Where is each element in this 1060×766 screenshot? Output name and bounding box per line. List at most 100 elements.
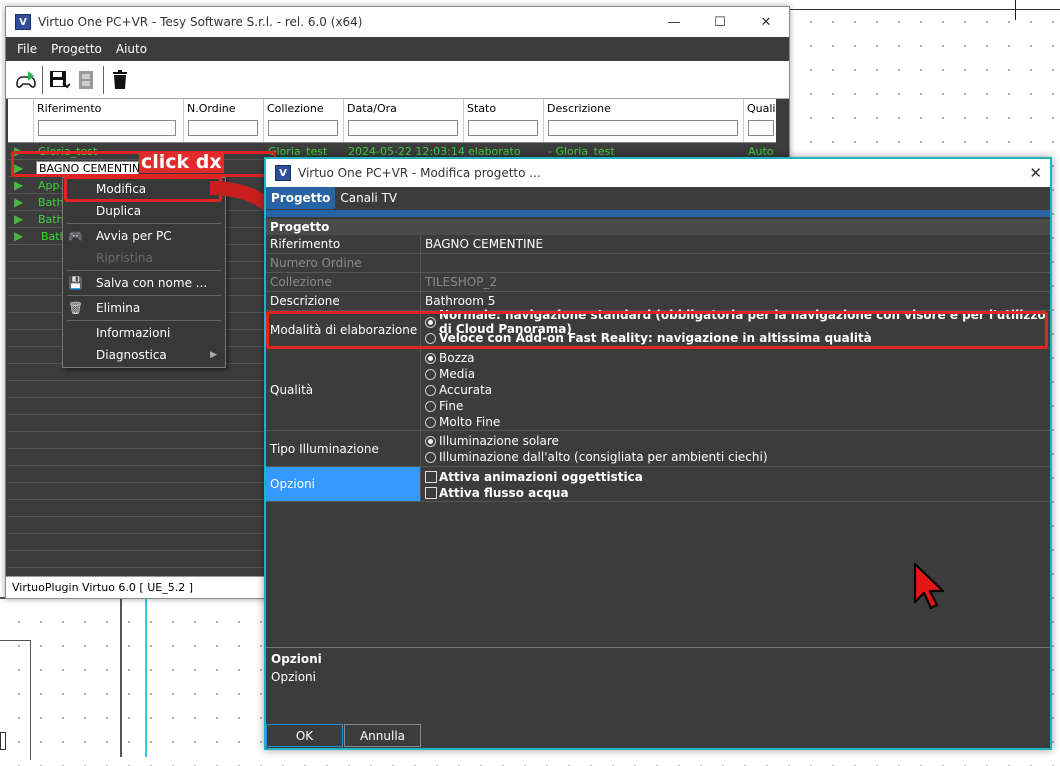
vr-gamepad-icon[interactable] [12,66,40,94]
radio-icon [425,451,436,463]
radio-checked-icon [425,435,436,447]
radio-bozza[interactable]: Bozza [425,350,1050,366]
menu-file[interactable]: File [17,42,37,56]
tab-progetto[interactable]: Progetto [266,187,336,209]
description-text: Opzioni [271,670,316,684]
grid-col-play [8,99,34,142]
menu-item-label: Diagnostica [96,348,167,362]
radio-accurata[interactable]: Accurata [425,382,1050,398]
prop-illuminazione: Tipo Illuminazione Illuminazione solare … [266,431,1050,467]
radio-label: Accurata [439,383,493,397]
radio-label: Fine [439,399,464,413]
prop-value[interactable]: BAGNO CEMENTINE [421,235,1050,253]
play-icon[interactable]: ▶ [14,212,26,226]
menu-aiuto[interactable]: Aiuto [116,42,147,56]
radio-solare[interactable]: Illuminazione solare [425,433,1050,449]
menu-item-label: Duplica [96,204,142,218]
prop-label-selected: Opzioni [266,467,421,501]
dialog-buttons: OK Annulla [266,724,1050,748]
main-titlebar[interactable]: V Virtuo One PC+VR - Tesy Software S.r.l… [6,7,789,37]
cell-dataora: 2024-05-22 12:03:14 [348,144,465,158]
prop-label: Riferimento [266,235,421,253]
filter-riferimento-input[interactable] [38,120,176,136]
annotation-label: click dx [139,151,224,173]
app-icon: V [15,14,31,30]
maximize-icon[interactable]: ☐ [697,7,743,37]
col-label: Riferimento [37,102,102,115]
menu-item-label: Avvia per PC [96,229,172,243]
menu-progetto[interactable]: Progetto [51,42,102,56]
cad-line [790,9,1060,10]
cad-line [0,640,30,641]
app-icon: V [275,165,291,181]
grid-col-descrizione[interactable]: Descrizione [544,99,744,142]
toolbar-separator [42,65,43,94]
chevron-right-icon: ▶ [210,350,217,360]
radio-icon [425,384,436,396]
col-label: Descrizione [547,102,611,115]
prop-value[interactable] [421,254,1050,272]
radio-fine[interactable]: Fine [425,398,1050,414]
trash-icon: 🗑 [68,301,84,315]
col-label: N.Ordine [187,102,236,115]
grid-header: Riferimento N.Ordine Collezione Data/Ora… [8,99,776,143]
filter-qualita-input[interactable] [748,120,774,136]
close-icon[interactable]: ✕ [1029,164,1042,182]
col-label: Stato [467,102,497,115]
grid-col-riferimento[interactable]: Riferimento [34,99,184,142]
close-icon[interactable]: ✕ [743,7,789,37]
prop-numero-ordine[interactable]: Numero Ordine [266,254,1050,273]
save-icon[interactable] [45,66,73,94]
trash-icon[interactable] [106,66,134,94]
filter-stato-input[interactable] [468,120,538,136]
radio-dallalto[interactable]: Illuminazione dall'alto (consigliata per… [425,449,1050,465]
dialog-titlebar[interactable]: V Virtuo One PC+VR - Modifica progetto .… [266,159,1050,187]
menu-item-label: Elimina [96,301,141,315]
ok-button[interactable]: OK [266,724,343,747]
filter-dataora-input[interactable] [348,120,458,136]
radio-checked-icon [425,352,436,364]
radio-icon [425,416,436,428]
menu-item-informazioni[interactable]: Informazioni [63,322,225,344]
checkbox-flusso-acqua[interactable]: Attiva flusso acqua [425,485,1050,501]
checkbox-animazioni[interactable]: Attiva animazioni oggettistica [425,469,1050,485]
prop-value[interactable]: TILESHOP_2 [421,273,1050,291]
cad-line [120,597,122,757]
save-icon: 💾 [68,276,83,290]
menu-item-diagnostica[interactable]: Diagnostica ▶ [63,344,225,366]
play-icon[interactable]: ▶ [14,229,26,243]
prop-collezione[interactable]: Collezione TILESHOP_2 [266,273,1050,292]
filter-nordine-input[interactable] [188,120,258,136]
filter-collezione-input[interactable] [268,120,338,136]
edit-project-dialog: V Virtuo One PC+VR - Modifica progetto .… [264,157,1052,750]
prop-riferimento[interactable]: Riferimento BAGNO CEMENTINE [266,235,1050,254]
radio-label: Molto Fine [439,415,501,429]
radio-label: Bozza [439,351,475,365]
grid-col-stato[interactable]: Stato [464,99,544,142]
play-icon[interactable]: ▶ [14,195,26,209]
description-panel: Opzioni Opzioni [266,647,1050,725]
cell-collezione: Gloria_test [268,144,328,158]
grid-col-dataora[interactable]: Data/Ora [344,99,464,142]
play-icon[interactable]: ▶ [14,178,26,192]
radio-label: Media [439,367,476,381]
col-label: Quali [747,102,776,115]
grid-col-collezione[interactable]: Collezione [264,99,344,142]
radio-molto-fine[interactable]: Molto Fine [425,414,1050,430]
menu-bar: File Progetto Aiuto [6,37,789,61]
radio-icon [425,368,436,380]
prop-opzioni: Opzioni Attiva animazioni oggettistica A… [266,467,1050,502]
cell-qualita: Auto [748,144,774,158]
grid-col-qualita[interactable]: Quali [744,99,776,142]
cancel-button[interactable]: Annulla [344,724,421,747]
filter-descrizione-input[interactable] [548,120,738,136]
radio-media[interactable]: Media [425,366,1050,382]
grid-col-nordine[interactable]: N.Ordine [184,99,264,142]
menu-separator [67,320,221,321]
main-window-title: Virtuo One PC+VR - Tesy Software S.r.l. … [38,15,363,29]
checkbox-icon [425,471,437,483]
description-title: Opzioni [271,652,322,666]
film-icon[interactable] [73,66,101,94]
minimize-icon[interactable]: — [651,7,697,37]
tab-canali-tv[interactable]: Canali TV [335,187,402,209]
